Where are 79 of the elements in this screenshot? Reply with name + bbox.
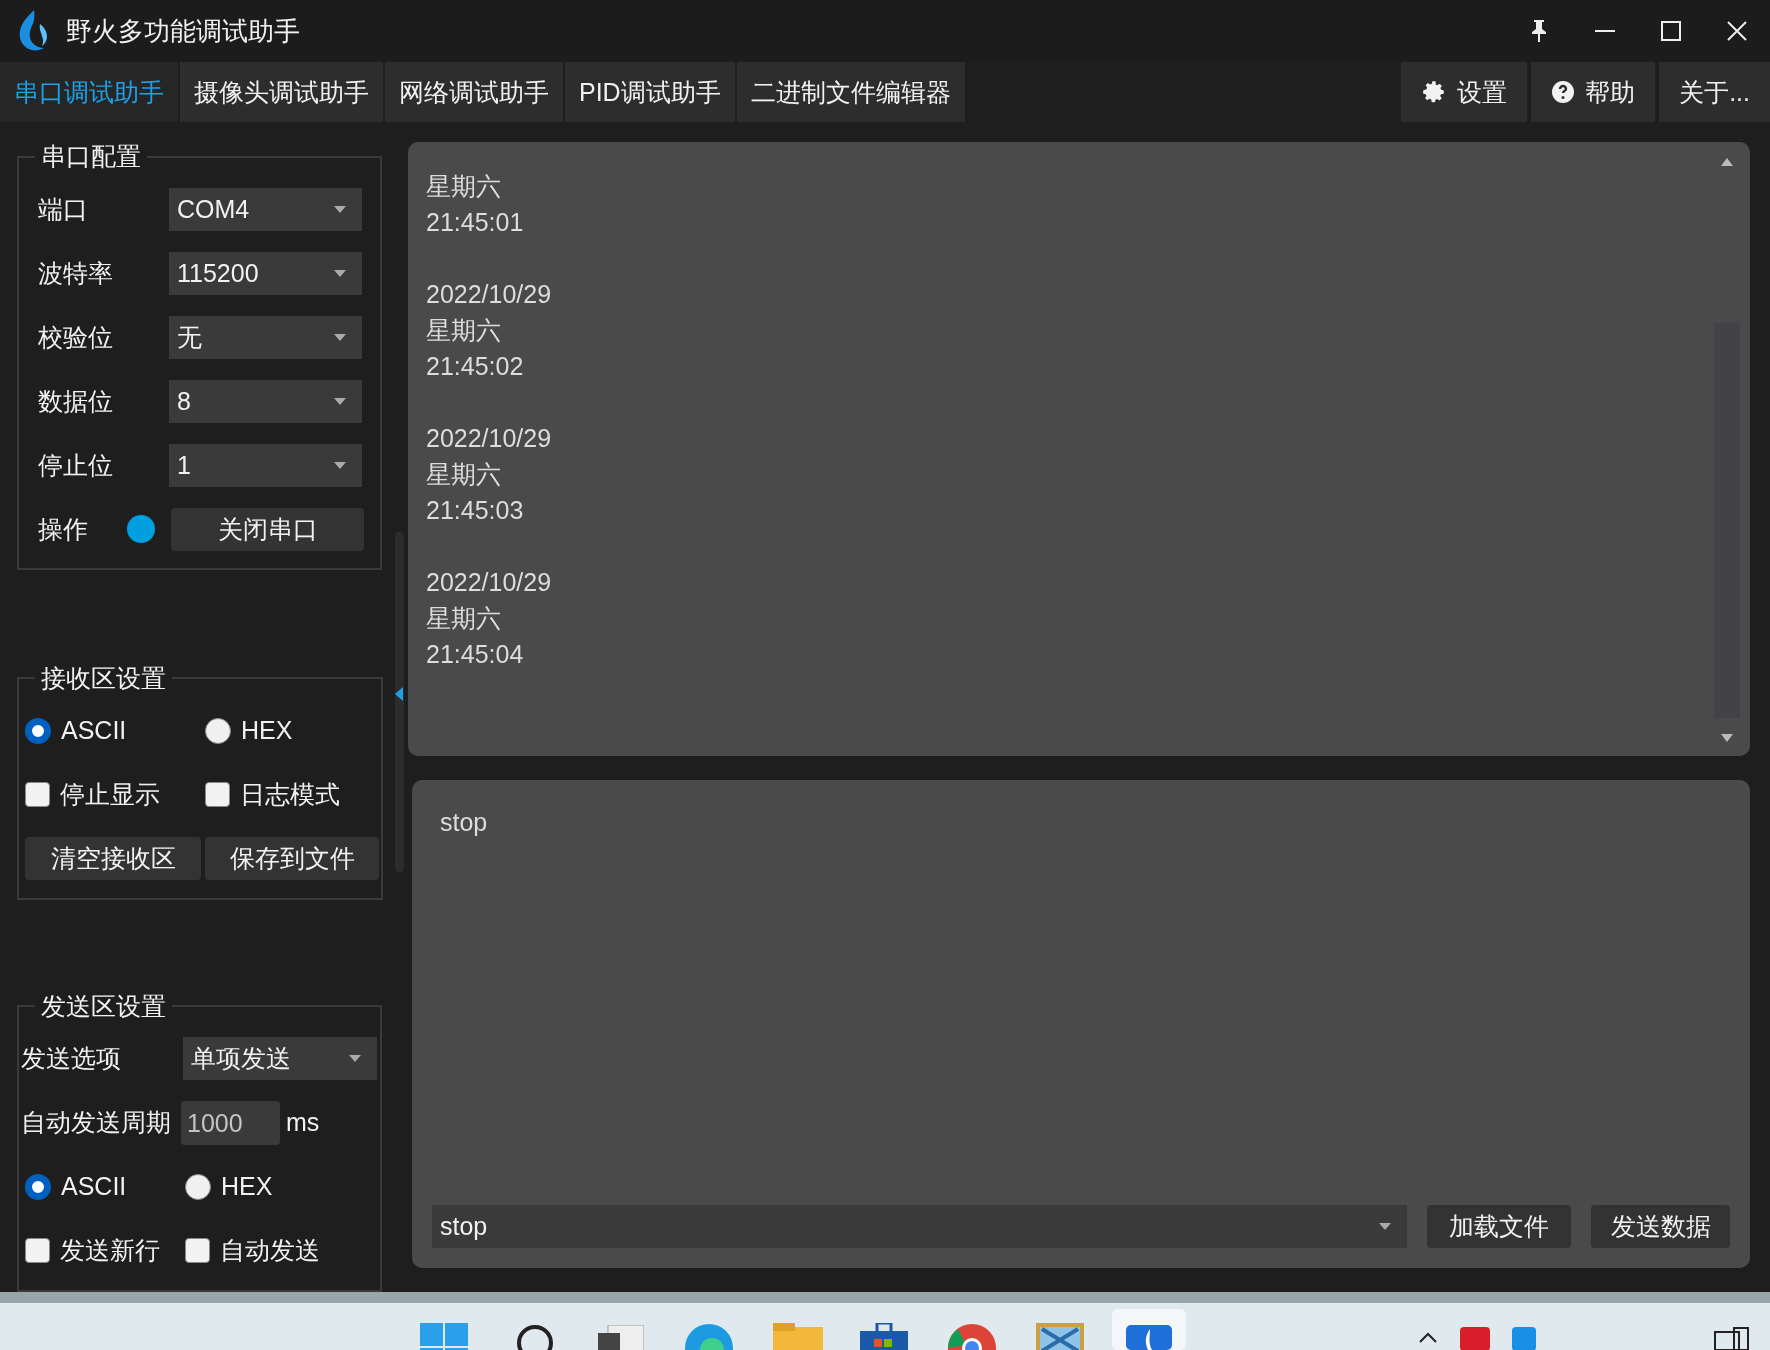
field-label: 数据位 bbox=[38, 385, 114, 417]
receive-text: 星期六 bbox=[426, 315, 502, 346]
display-icon[interactable] bbox=[1714, 1327, 1750, 1350]
receive-text: 21:45:03 bbox=[426, 495, 525, 526]
radio-button[interactable]: ASCII bbox=[25, 716, 205, 746]
send-text: stop bbox=[439, 808, 489, 838]
field-label: 自动发送周期 bbox=[21, 1107, 172, 1139]
dropdown-arrow-icon bbox=[334, 269, 346, 277]
dropdown[interactable]: 115200 bbox=[169, 251, 362, 295]
dropdown-arrow-icon bbox=[334, 205, 346, 213]
about-button[interactable]: 关于... bbox=[1659, 62, 1770, 122]
chevron-up-icon[interactable] bbox=[1418, 1331, 1438, 1343]
tab[interactable]: 二进制文件编辑器 bbox=[736, 62, 965, 122]
group-title: 串口配置 bbox=[40, 141, 142, 172]
receive-text: 星期六 bbox=[426, 171, 502, 202]
receive-text: 2022/10/29 bbox=[426, 567, 553, 598]
scroll-up-icon[interactable] bbox=[1721, 158, 1733, 166]
tab[interactable]: 摄像头调试助手 bbox=[180, 62, 383, 122]
group-title: 发送区设置 bbox=[40, 990, 167, 1022]
receive-text: 2022/10/29 bbox=[426, 423, 553, 454]
help-button[interactable]: 帮助 bbox=[1531, 62, 1656, 122]
checkbox[interactable]: 发送新行 bbox=[25, 1234, 185, 1268]
receive-text: 星期六 bbox=[426, 603, 502, 634]
dropdown[interactable]: COM4 bbox=[169, 187, 362, 231]
search-icon[interactable] bbox=[515, 1323, 555, 1350]
browser-icon[interactable] bbox=[684, 1323, 734, 1350]
load-file-button[interactable]: 加载文件 bbox=[1427, 1205, 1571, 1248]
close-icon bbox=[1727, 21, 1747, 41]
flame-app-icon bbox=[1126, 1325, 1172, 1350]
field-label: 停止位 bbox=[38, 449, 114, 481]
help-icon bbox=[1551, 80, 1576, 104]
group-title: 接收区设置 bbox=[40, 662, 167, 694]
image-app-icon[interactable] bbox=[1036, 1323, 1084, 1350]
history-dropdown[interactable]: stop bbox=[432, 1205, 1407, 1248]
tab[interactable]: 串口调试助手 bbox=[0, 62, 178, 122]
dropdown-arrow-icon bbox=[334, 461, 346, 469]
receive-text: 21:45:02 bbox=[426, 351, 525, 382]
scroll-down-icon[interactable] bbox=[1721, 734, 1733, 742]
minimize-icon bbox=[1595, 30, 1615, 32]
field-label: 校验位 bbox=[38, 321, 114, 353]
checkbox[interactable]: 停止显示 bbox=[25, 778, 205, 812]
receive-text: 星期六 bbox=[426, 459, 502, 490]
field-label: 波特率 bbox=[38, 257, 114, 289]
clear-button[interactable]: 清空接收区 bbox=[25, 837, 201, 881]
dropdown-arrow-icon bbox=[1379, 1223, 1391, 1230]
field-label: 操作 bbox=[38, 513, 89, 545]
chrome-icon[interactable] bbox=[947, 1323, 997, 1350]
save-to-file-button[interactable]: 保存到文件 bbox=[205, 837, 379, 881]
checkbox[interactable]: 自动发送 bbox=[185, 1234, 345, 1268]
store-icon[interactable] bbox=[860, 1323, 908, 1350]
dropdown[interactable]: 8 bbox=[169, 379, 362, 423]
dropdown[interactable]: 单项发送 bbox=[183, 1037, 377, 1081]
dropdown[interactable]: 1 bbox=[169, 443, 362, 487]
unit-label: ms bbox=[286, 1108, 321, 1138]
radio-button[interactable]: ASCII bbox=[25, 1172, 185, 1202]
dropdown[interactable]: 无 bbox=[169, 315, 362, 359]
receive-text: 21:45:01 bbox=[426, 207, 525, 238]
receive-text: 21:45:04 bbox=[426, 639, 525, 670]
dropdown-arrow-icon bbox=[349, 1055, 361, 1063]
radio-button[interactable]: HEX bbox=[205, 716, 365, 746]
input-field[interactable]: 1000 bbox=[181, 1100, 280, 1145]
receive-text: 2022/10/29 bbox=[426, 279, 553, 310]
close-port-button[interactable]: 关闭串口 bbox=[171, 507, 364, 551]
tab[interactable]: 网络调试助手 bbox=[385, 62, 563, 122]
window-title: 野火多功能调试助手 bbox=[66, 14, 301, 48]
send-button[interactable]: 发送数据 bbox=[1591, 1205, 1730, 1248]
field-label: 发送选项 bbox=[21, 1043, 122, 1075]
dropdown-arrow-icon bbox=[334, 333, 346, 341]
active-app-button[interactable] bbox=[1112, 1309, 1186, 1350]
dropdown-arrow-icon bbox=[334, 397, 346, 405]
task-view-icon[interactable] bbox=[598, 1325, 644, 1350]
radio-button[interactable]: HEX bbox=[185, 1172, 345, 1202]
pin-icon bbox=[1531, 20, 1547, 42]
collapse-arrow-icon[interactable] bbox=[394, 687, 403, 701]
field-label: 端口 bbox=[38, 193, 89, 225]
settings-button[interactable]: 设置 bbox=[1401, 62, 1528, 122]
checkbox[interactable]: 日志模式 bbox=[205, 778, 365, 812]
maximize-icon bbox=[1661, 21, 1681, 41]
tab[interactable]: PID调试助手 bbox=[565, 62, 735, 122]
